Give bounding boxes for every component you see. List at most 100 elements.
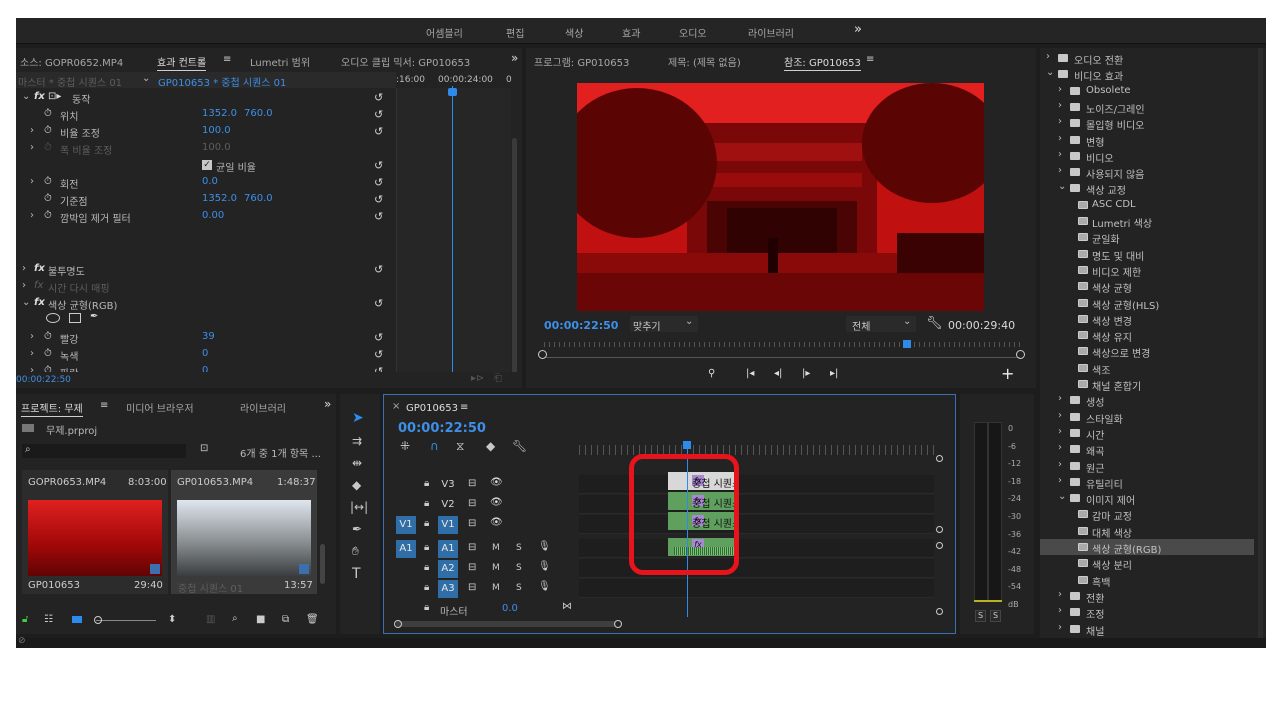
effects-item[interactable]: 채널 혼합기 bbox=[1040, 376, 1254, 393]
stopwatch-icon[interactable]: ⏱︎ bbox=[44, 142, 52, 153]
monitor-time-ruler[interactable] bbox=[544, 338, 1020, 358]
lock-icon[interactable]: 🔓︎ bbox=[22, 614, 28, 625]
step-back-icon[interactable]: ◂| bbox=[774, 368, 782, 379]
solo-left-button[interactable]: S bbox=[975, 610, 986, 622]
solo-button[interactable]: S bbox=[516, 563, 522, 573]
new-bin-icon[interactable]: ■ bbox=[256, 614, 265, 625]
stopwatch-icon[interactable]: ⏱︎ bbox=[44, 125, 52, 136]
chevron-right-icon[interactable]: › bbox=[1046, 51, 1050, 62]
effects-item[interactable]: 색상 분리 bbox=[1040, 555, 1254, 572]
effects-scrollbar[interactable] bbox=[1258, 48, 1263, 648]
go-to-out-icon[interactable]: ▸| bbox=[830, 368, 838, 379]
reset-icon[interactable]: ↺ bbox=[374, 193, 383, 206]
effects-folder[interactable]: › 유틸리티 bbox=[1040, 474, 1254, 491]
effects-item[interactable]: ASC CDL bbox=[1040, 197, 1254, 213]
effects-item[interactable]: 균일화 bbox=[1040, 229, 1254, 246]
panel-more-icon[interactable]: » bbox=[324, 397, 331, 411]
trash-icon[interactable]: 🗑︎ bbox=[306, 614, 319, 625]
effects-folder[interactable]: › 노이즈/그레인 bbox=[1040, 99, 1254, 116]
property-value-2[interactable]: 760.0 bbox=[244, 108, 273, 119]
property-value[interactable]: 0 bbox=[202, 348, 208, 359]
timeline-tab[interactable]: GP010653 bbox=[406, 403, 458, 414]
sync-lock-icon[interactable]: ⊟ bbox=[468, 498, 476, 509]
panel-menu-icon[interactable]: ≡ bbox=[223, 54, 231, 65]
reset-icon[interactable]: ↺ bbox=[374, 176, 383, 189]
source-patch-button[interactable]: V1 bbox=[396, 516, 416, 534]
chevron-right-icon[interactable]: › bbox=[30, 331, 34, 342]
chevron-down-icon[interactable]: ⌄ bbox=[1058, 491, 1066, 502]
sync-lock-icon[interactable]: ⊟ bbox=[468, 542, 476, 553]
property-value-2[interactable]: 760.0 bbox=[244, 193, 273, 204]
reset-icon[interactable]: ↺ bbox=[374, 91, 383, 104]
snap-icon[interactable]: ∩ bbox=[430, 439, 439, 453]
zoom-slider-handle[interactable] bbox=[94, 616, 102, 624]
ellipse-mask-icon[interactable] bbox=[46, 313, 60, 323]
workspace-tab-assembly[interactable]: 어셈블리 bbox=[426, 25, 463, 40]
chevron-down-icon[interactable]: ⌄ bbox=[1046, 67, 1054, 78]
timeline-hscrollbar[interactable] bbox=[396, 621, 616, 627]
eye-icon[interactable]: 👁︎ bbox=[490, 497, 503, 508]
effect-opacity-row[interactable]: › fx 불투명도 ↺ bbox=[16, 260, 391, 278]
rectangle-mask-icon[interactable] bbox=[69, 313, 81, 323]
zoom-slider[interactable] bbox=[96, 620, 156, 621]
track-target-button[interactable]: V2 bbox=[438, 496, 458, 514]
master-volume[interactable]: 0.0 bbox=[502, 603, 518, 614]
chevron-right-icon[interactable]: › bbox=[1058, 100, 1062, 111]
tab-media-browser[interactable]: 미디어 브라우저 bbox=[126, 400, 194, 415]
track-row[interactable]: 🔒︎ A3 ⊟ M S 🎙︎ bbox=[384, 579, 944, 599]
effects-item[interactable]: 색상 균형 bbox=[1040, 278, 1254, 295]
lock-icon[interactable]: 🔒︎ bbox=[424, 542, 429, 553]
effects-item[interactable]: 명도 및 대비 bbox=[1040, 246, 1254, 263]
eye-icon[interactable]: 👁︎ bbox=[490, 517, 503, 528]
effects-item[interactable]: 색상 균형(HLS) bbox=[1040, 295, 1254, 312]
sort-icon[interactable]: ⬍ bbox=[168, 614, 176, 625]
timeline-hscroll-handle[interactable] bbox=[614, 620, 622, 628]
project-item-thumb-2[interactable]: GP010653.MP4 1:48:37 bbox=[171, 470, 317, 594]
playhead-timecode[interactable]: 00:00:22:50 bbox=[544, 319, 618, 332]
effects-folder[interactable]: › Obsolete bbox=[1040, 83, 1254, 99]
source-patch-button[interactable]: A1 bbox=[396, 540, 416, 558]
property-row[interactable]: ⏱︎ 기준점 1352.0 760.0 ↺ bbox=[16, 190, 391, 208]
workspace-tab-edit[interactable]: 편집 bbox=[506, 25, 524, 40]
stopwatch-icon[interactable]: ⏱︎ bbox=[44, 331, 52, 342]
chevron-down-icon[interactable]: ⌄ bbox=[1058, 181, 1066, 192]
effects-item[interactable]: Lumetri 색상 bbox=[1040, 213, 1254, 230]
effects-item[interactable]: 색상 변경 bbox=[1040, 311, 1254, 328]
reset-icon[interactable]: ↺ bbox=[374, 297, 383, 310]
track-target-button[interactable]: V3 bbox=[438, 476, 458, 494]
reset-icon[interactable]: ↺ bbox=[374, 159, 383, 172]
property-value[interactable]: 1352.0 bbox=[202, 108, 237, 119]
list-view-icon[interactable]: ☷ bbox=[44, 614, 53, 625]
effects-item[interactable]: 감마 교정 bbox=[1040, 506, 1254, 523]
reset-icon[interactable]: ↺ bbox=[374, 331, 383, 344]
tab-reference[interactable]: 참조: GP010653 bbox=[784, 54, 861, 71]
workspace-tab-color[interactable]: 색상 bbox=[565, 25, 583, 40]
solo-button[interactable]: S bbox=[516, 543, 522, 553]
wrench-icon[interactable]: 🔧︎ bbox=[512, 439, 527, 453]
stopwatch-icon[interactable]: ⏱︎ bbox=[44, 193, 52, 204]
effects-folder[interactable]: › 시간 bbox=[1040, 425, 1254, 442]
lock-icon[interactable]: 🔒︎ bbox=[424, 498, 429, 509]
tab-program[interactable]: 프로그램: GP010653 bbox=[534, 54, 629, 69]
chevron-right-icon[interactable]: › bbox=[1058, 475, 1062, 486]
effects-folder[interactable]: › 채널 bbox=[1040, 621, 1254, 638]
effects-folder[interactable]: › 전환 bbox=[1040, 588, 1254, 605]
property-value[interactable]: 39 bbox=[202, 331, 215, 342]
chevron-right-icon[interactable]: › bbox=[1058, 393, 1062, 404]
track-lane[interactable] bbox=[579, 579, 934, 598]
timeline-vscroll-handle[interactable] bbox=[936, 455, 943, 462]
effects-item[interactable]: 비디오 제한 bbox=[1040, 262, 1254, 279]
fx-icon[interactable]: fx bbox=[34, 280, 43, 291]
timeline-hscroll-handle[interactable] bbox=[394, 620, 402, 628]
add-marker-icon[interactable]: ⚲ bbox=[708, 368, 715, 379]
track-target-button[interactable]: V1 bbox=[438, 516, 458, 534]
timeline-timecode[interactable]: 00:00:22:50 bbox=[398, 421, 486, 436]
chevron-right-icon[interactable]: › bbox=[1058, 165, 1062, 176]
effects-folder[interactable]: › 생성 bbox=[1040, 392, 1254, 409]
fit-dropdown[interactable]: 맞추기 ⌄ bbox=[630, 316, 698, 333]
lock-icon[interactable]: 🔒︎ bbox=[424, 562, 429, 573]
new-bin-from-search-icon[interactable]: ⊡ bbox=[200, 443, 208, 454]
tab-effect-controls[interactable]: 효과 컨트롤 bbox=[157, 54, 207, 71]
sync-lock-icon[interactable]: ⊟ bbox=[468, 562, 476, 573]
stopwatch-icon[interactable]: ⏱︎ bbox=[44, 176, 52, 187]
